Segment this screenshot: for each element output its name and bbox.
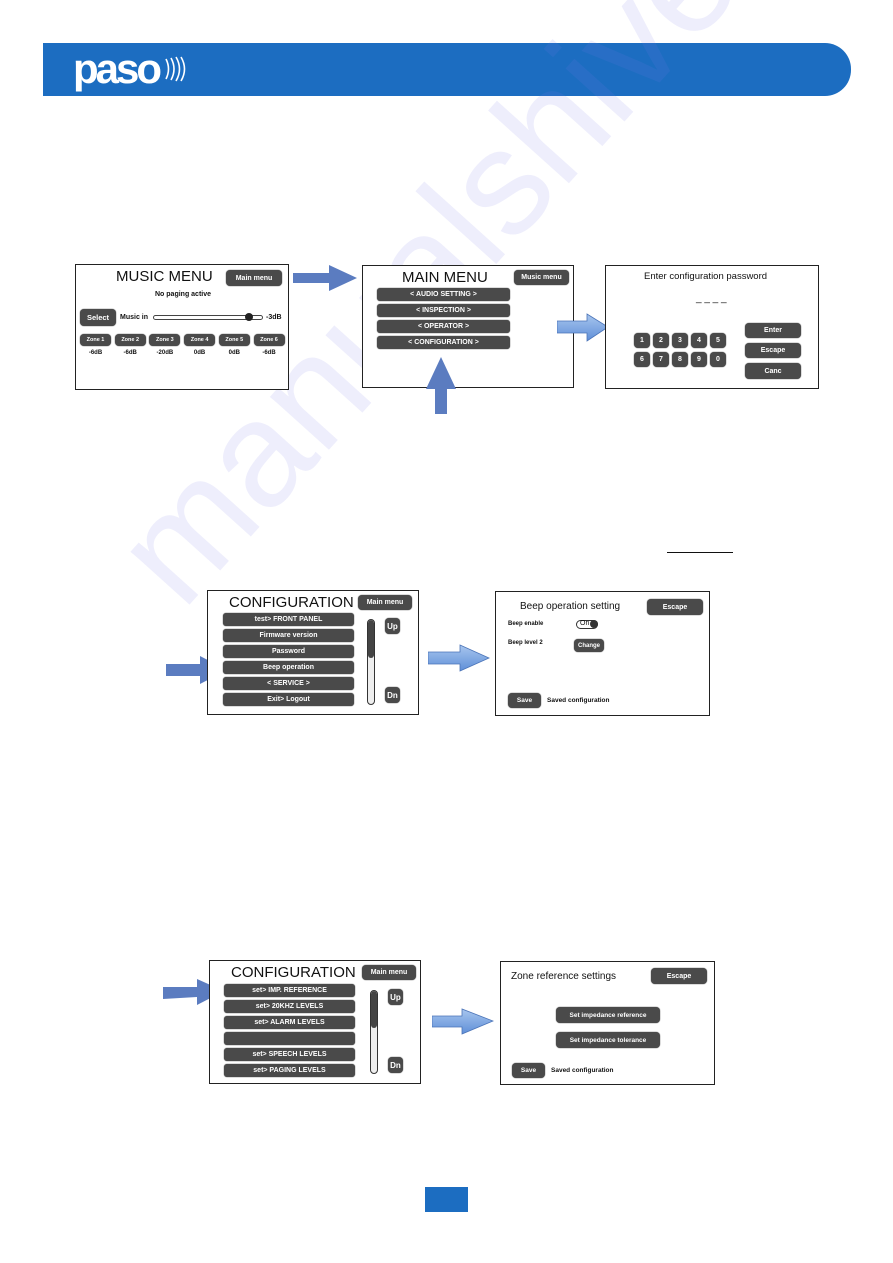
main-menu-title: MAIN MENU [402,269,488,286]
music-in-slider[interactable] [153,313,263,321]
canc-button[interactable]: Canc [745,363,801,379]
save-status: Saved configuration [547,697,610,704]
down-button[interactable]: Dn [388,1057,403,1073]
zone-level: 0dB [193,350,206,356]
escape-button[interactable]: Escape [745,343,801,358]
text-underline [667,552,733,553]
beep-setting-title: Beep operation setting [520,601,621,612]
set-impedance-tolerance-button[interactable]: Set impedance tolerance [556,1032,660,1048]
configuration-item[interactable]: < SERVICE > [223,677,354,690]
arrow-up-icon [426,357,456,414]
beep-enable-toggle[interactable]: On [576,620,598,629]
arrow-right-icon [557,313,609,342]
scrollbar-thumb[interactable] [371,991,377,1028]
main-menu-item[interactable]: < CONFIGURATION > [377,336,510,349]
password-screen: Enter configuration password _ _ _ _ 123… [605,265,819,389]
down-button[interactable]: Dn [385,687,400,703]
configuration-item[interactable]: test> FRONT PANEL [223,613,354,626]
configuration-item[interactable]: set> IMP. REFERENCE [224,984,355,997]
music-menu-title: MUSIC MENU [116,268,213,285]
slider-knob[interactable] [245,313,254,321]
configuration-title: CONFIGURATION [229,594,354,611]
toggle-knob [590,620,598,628]
set-impedance-reference-button[interactable]: Set impedance reference [556,1007,660,1023]
main-menu-item[interactable]: < AUDIO SETTING > [377,288,510,301]
zone-row: Zone 1 -6dB Zone 2 -6dB Zone 3 -20dB Zone 4 0dB… [80,334,286,364]
zone-reference-title: Zone reference settings [511,971,617,982]
up-button[interactable]: Up [385,618,400,634]
password-mask: _ _ _ _ [696,293,727,304]
main-menu-button[interactable]: Main menu [226,270,282,286]
keypad-key[interactable]: 3 [672,333,688,348]
configuration-item[interactable]: set> SPEECH LEVELS [224,1048,355,1061]
keypad-key[interactable]: 8 [672,352,688,367]
zone-level: -6dB [123,350,137,356]
keypad-key[interactable]: 0 [710,352,726,367]
arrow-right-icon [428,644,490,672]
zone-level: 0dB [228,350,240,356]
change-button[interactable]: Change [574,639,604,652]
save-status: Saved configuration [551,1067,614,1074]
main-menu-button[interactable]: Main menu [358,595,412,610]
music-menu-button[interactable]: Music menu [514,270,569,285]
zone-button[interactable]: Zone 6 [253,334,285,346]
zone-button[interactable]: Zone 1 [80,334,111,346]
configuration-screen: CONFIGURATION Main menu set> IMP. REFERE… [209,960,421,1084]
keypad-key[interactable]: 5 [710,333,726,348]
configuration-item[interactable]: set> 20KHZ LEVELS [224,1000,355,1013]
configuration-item[interactable]: set> ALARM LEVELS [224,1016,355,1029]
main-menu-item[interactable]: < INSPECTION > [377,304,510,317]
keypad-key[interactable]: 2 [653,333,669,348]
scrollbar[interactable] [370,990,378,1074]
configuration-item[interactable]: Exit> Logout [223,693,354,706]
arrow-right-icon [293,265,357,291]
password-title: Enter configuration password [644,271,768,282]
beep-level-label: Beep level 2 [508,640,543,646]
zone-button[interactable]: Zone 2 [114,334,146,346]
keypad-key[interactable]: 9 [691,352,707,367]
music-menu-screen: MUSIC MENU Main menu No paging active Se… [75,264,289,390]
configuration-item[interactable]: set> PAGING LEVELS [224,1064,355,1077]
arrow-right-icon [432,1008,494,1035]
scrollbar[interactable] [367,619,375,705]
zone-reference-screen: Zone reference settings Escape Set imped… [500,961,715,1085]
beep-enable-label: Beep enable [508,621,544,627]
main-menu-button[interactable]: Main menu [362,965,416,980]
select-button[interactable]: Select [80,309,116,326]
configuration-item[interactable] [224,1032,355,1045]
keypad-key[interactable]: 1 [634,333,650,348]
beep-setting-screen: Beep operation setting Escape Beep enabl… [495,591,710,716]
zone-level: -6dB [88,350,103,356]
zone-button[interactable]: Zone 4 [184,334,216,346]
main-menu-item[interactable]: < OPERATOR > [377,320,510,333]
escape-button[interactable]: Escape [651,968,707,984]
configuration-title: CONFIGURATION [231,964,356,981]
zone-button[interactable]: Zone 3 [149,334,181,346]
up-button[interactable]: Up [388,989,403,1005]
paging-status: No paging active [155,291,212,298]
music-in-label: Music in [120,314,149,321]
configuration-item[interactable]: Beep operation [223,661,354,674]
main-menu-screen: MAIN MENU Music menu < AUDIO SETTING > < … [362,265,574,388]
save-button[interactable]: Save [508,693,541,708]
sound-waves-icon [165,56,186,82]
configuration-screen: CONFIGURATION Main menu test> FRONT PANE… [207,590,419,715]
music-in-value: -3dB [266,314,282,321]
paso-logo: paso [73,45,162,92]
keypad-key[interactable]: 4 [691,333,707,348]
scrollbar-thumb[interactable] [368,620,374,658]
keypad-key[interactable]: 7 [653,352,669,367]
save-button[interactable]: Save [512,1063,545,1078]
zone-button[interactable]: Zone 5 [218,334,250,346]
zone-level: -6dB [262,350,276,356]
zone-level: -20dB [156,350,174,356]
escape-button[interactable]: Escape [647,599,703,615]
toggle-label: On [580,620,590,627]
configuration-item[interactable]: Firmware version [223,629,354,642]
enter-button[interactable]: Enter [745,323,801,338]
keypad-key[interactable]: 6 [634,352,650,367]
page-number-box [425,1187,468,1212]
configuration-item[interactable]: Password [223,645,354,658]
